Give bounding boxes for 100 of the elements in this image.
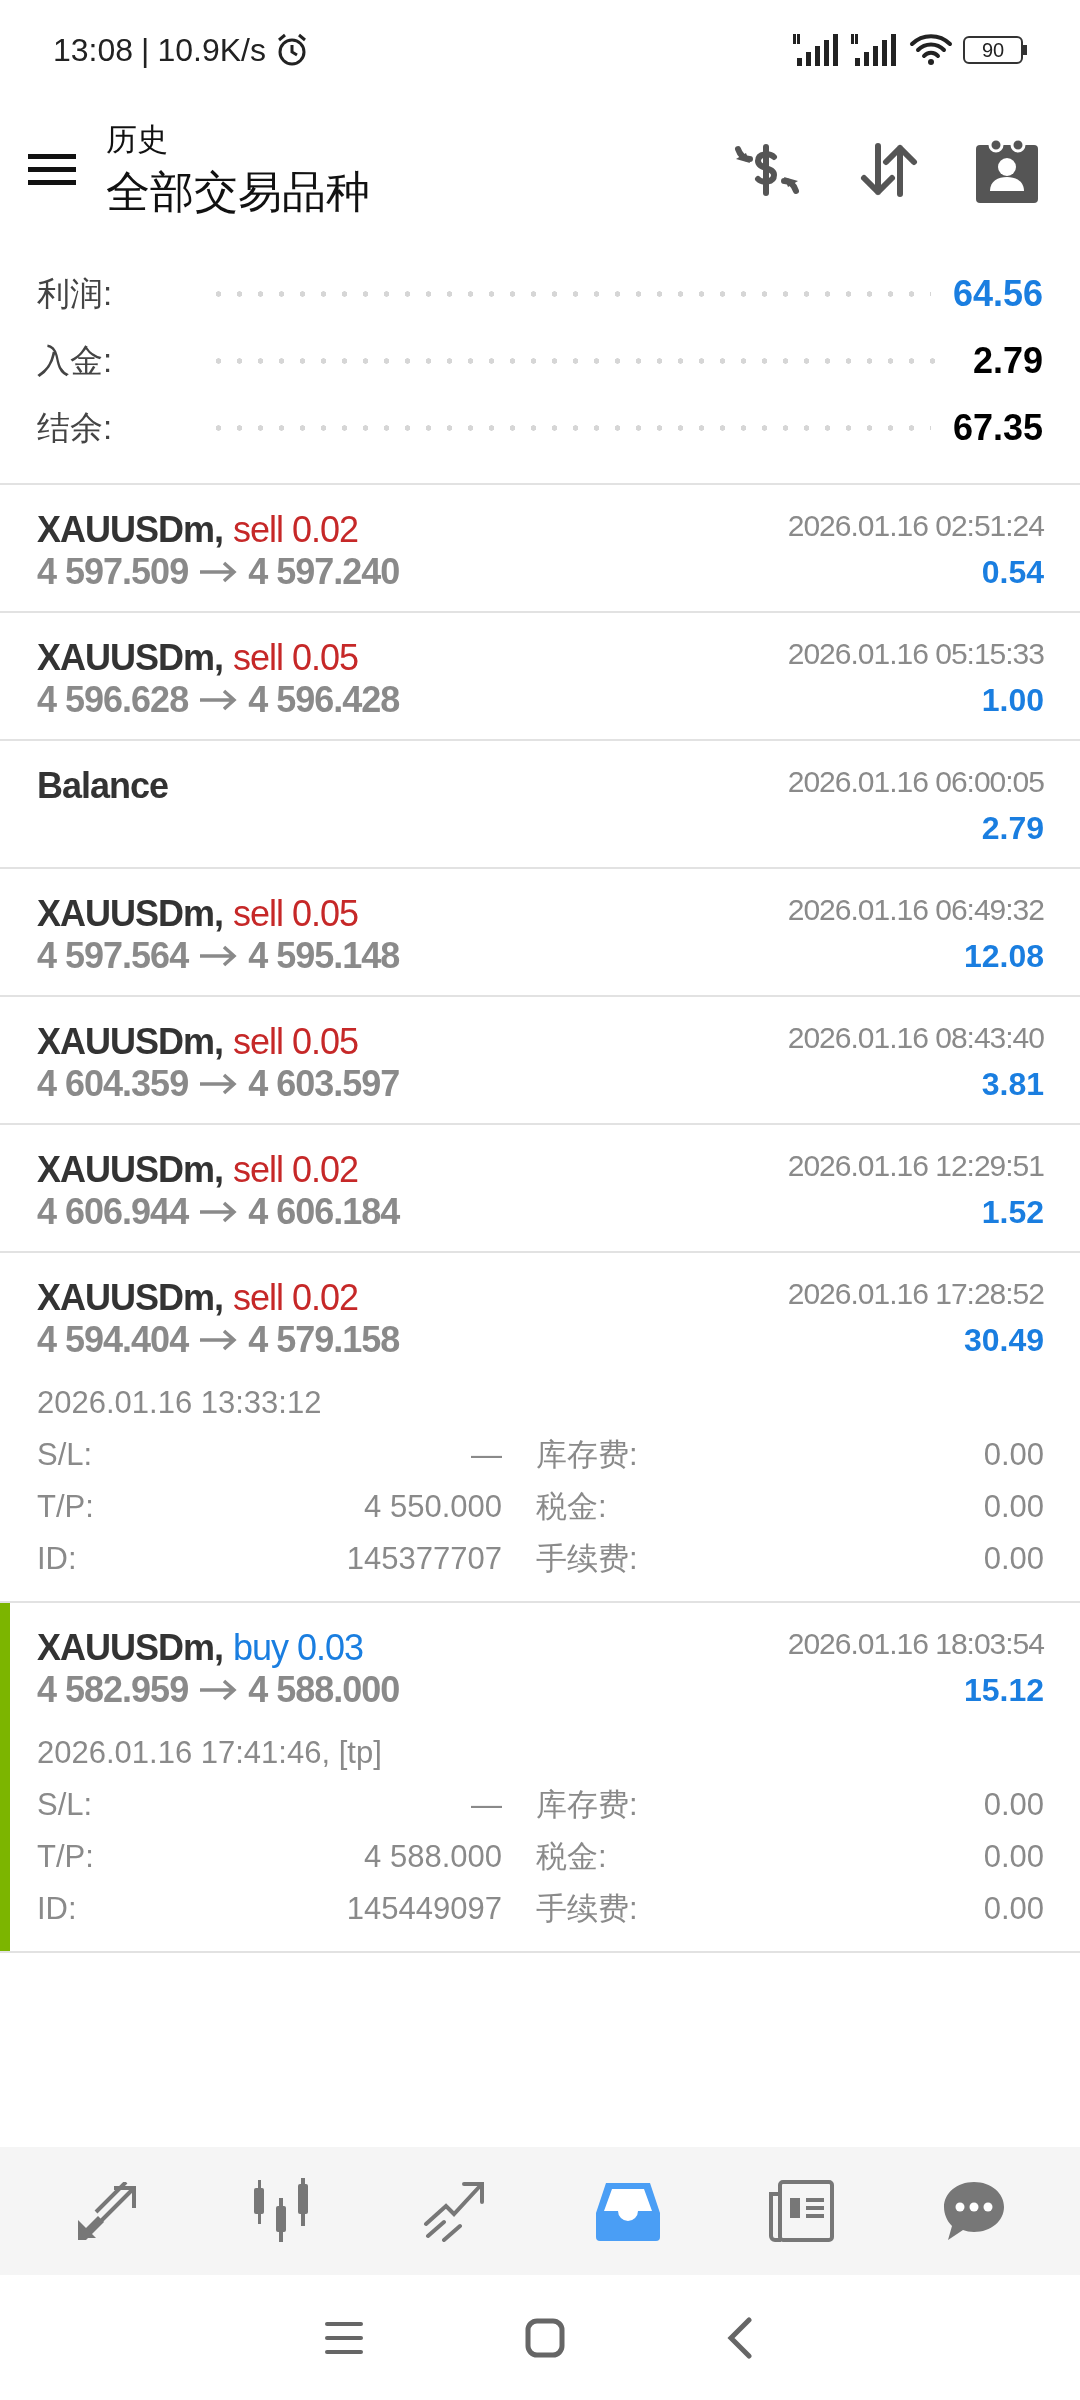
symbol-name: XAUUSDm,	[37, 1020, 224, 1064]
close-price: 4 595.148	[248, 934, 400, 978]
deal-profit: 12.08	[963, 937, 1044, 976]
arrow-icon	[198, 1200, 239, 1224]
close-price: 4 596.428	[248, 678, 400, 722]
detail-label: ID:	[37, 1889, 77, 1928]
separator-text: |	[141, 31, 150, 70]
deal-profit: 1.52	[981, 1193, 1044, 1232]
trade-side: sell 0.02	[233, 508, 359, 552]
deal-profit: 1.00	[981, 681, 1044, 720]
trade-side: sell 0.05	[233, 1020, 359, 1064]
open-price: 4 604.359	[37, 1062, 189, 1106]
detail-value: 4 550.000	[364, 1487, 502, 1526]
subtitle: 历史	[106, 121, 169, 159]
deal-profit: 15.12	[963, 1671, 1044, 1710]
detail-label: 库存费:	[536, 1435, 638, 1474]
network-speed: 10.9K/s	[157, 31, 266, 70]
open-price: 4 606.944	[37, 1190, 189, 1234]
summary-value: 64.56	[951, 271, 1043, 316]
symbol-name: Balance	[37, 764, 169, 808]
arrow-icon	[198, 1328, 239, 1352]
detail-value: —	[471, 1435, 502, 1474]
summary-value: 67.35	[951, 405, 1043, 450]
trade-side: sell 0.05	[233, 892, 359, 936]
summary-label: 利润:	[37, 273, 114, 314]
summary-label: 结余:	[37, 407, 114, 448]
deal-time: 2026.01.16 06:49:32	[787, 892, 1044, 928]
newspaper-icon[interactable]	[768, 2180, 834, 2242]
deal-profit: 30.49	[963, 1321, 1044, 1360]
close-price: 4 588.000	[248, 1668, 400, 1712]
chat-bubble-icon[interactable]	[942, 2180, 1006, 2242]
calendar-contact-icon[interactable]	[976, 137, 1038, 203]
detail-label: 库存费:	[536, 1785, 638, 1824]
detail-label: 税金:	[536, 1837, 607, 1876]
detail-label: S/L:	[37, 1785, 93, 1824]
detail-label: 税金:	[536, 1487, 607, 1526]
arrow-icon	[198, 944, 239, 968]
detail-value: 145449097	[346, 1889, 502, 1928]
close-price: 4 579.158	[248, 1318, 400, 1362]
summary-label: 入金:	[37, 340, 114, 381]
recent-apps-icon[interactable]	[325, 2319, 365, 2356]
detail-value: 0.00	[983, 1539, 1044, 1578]
trade-side: buy 0.03	[233, 1626, 364, 1670]
deal-time: 2026.01.16 02:51:24	[787, 508, 1044, 544]
detail-value: —	[471, 1785, 502, 1824]
detail-label: T/P:	[37, 1837, 94, 1876]
deal-profit: 2.79	[981, 809, 1044, 848]
detail-value: 0.00	[983, 1837, 1044, 1876]
detail-label: T/P:	[37, 1487, 94, 1526]
home-icon[interactable]	[525, 2317, 565, 2358]
symbol-name: XAUUSDm,	[37, 508, 224, 552]
page-title[interactable]: 全部交易品种	[106, 162, 734, 222]
close-price: 4 606.184	[248, 1190, 400, 1234]
symbol-name: XAUUSDm,	[37, 1626, 224, 1670]
deal-profit: 0.54	[981, 553, 1044, 592]
deal-row[interactable]: XAUUSDm, buy 0.03 4 582.959 4 588.000 2026.01.16 18:03:54 15.12 2026.01.16 17:41:46, [tp] S/L: — 库存费: 0.00 T/P: 4 588.000 税金: 0.00 ID: 145449097 手续费: 0.00	[0, 1603, 1080, 1953]
battery-icon: 90	[963, 36, 1023, 64]
arrow-icon	[198, 1678, 239, 1702]
clock-time: 13:08	[53, 31, 134, 70]
open-price: 4 594.404	[37, 1318, 189, 1362]
detail-value: 0.00	[983, 1889, 1044, 1928]
open-price: 4 596.628	[37, 678, 189, 722]
trade-side: sell 0.02	[233, 1276, 359, 1320]
open-price: 4 597.509	[37, 550, 189, 594]
sort-icon[interactable]	[858, 140, 918, 200]
open-price: 4 597.564	[37, 934, 189, 978]
inbox-tray-icon[interactable]	[596, 2181, 660, 2241]
detail-label: ID:	[37, 1539, 77, 1578]
deal-profit: 3.81	[981, 1065, 1044, 1104]
detail-value: 0.00	[983, 1435, 1044, 1474]
detail-value: 0.00	[983, 1487, 1044, 1526]
open-time: 2026.01.16 13:33:12	[37, 1384, 323, 1422]
summary-value: 2.79	[971, 338, 1043, 383]
arrow-icon	[198, 688, 239, 712]
trade-side: sell 0.05	[233, 636, 359, 680]
arrow-icon	[198, 1072, 239, 1096]
symbol-name: XAUUSDm,	[37, 1276, 224, 1320]
close-price: 4 603.597	[248, 1062, 400, 1106]
signal-icon	[793, 32, 841, 68]
symbol-name: XAUUSDm,	[37, 1148, 224, 1192]
symbol-name: XAUUSDm,	[37, 892, 224, 936]
detail-value: 145377707	[346, 1539, 502, 1578]
detail-value: 4 588.000	[364, 1837, 502, 1876]
deal-time: 2026.01.16 05:15:33	[787, 636, 1044, 672]
detail-label: S/L:	[37, 1435, 93, 1474]
deal-time: 2026.01.16 18:03:54	[787, 1626, 1044, 1662]
deal-time: 2026.01.16 17:28:52	[787, 1276, 1044, 1312]
back-icon[interactable]	[725, 2316, 755, 2359]
detail-label: 手续费:	[536, 1889, 638, 1928]
open-time: 2026.01.16 17:41:46, [tp]	[37, 1734, 383, 1772]
open-price: 4 582.959	[37, 1668, 189, 1712]
deal-time: 2026.01.16 06:00:05	[787, 764, 1044, 800]
arrow-icon	[198, 560, 239, 584]
signal-icon	[851, 32, 899, 68]
trade-side: sell 0.02	[233, 1148, 359, 1192]
close-price: 4 597.240	[248, 550, 400, 594]
symbol-name: XAUUSDm,	[37, 636, 224, 680]
deal-time: 2026.01.16 12:29:51	[787, 1148, 1044, 1184]
deal-time: 2026.01.16 08:43:40	[787, 1020, 1044, 1056]
wifi-icon	[909, 32, 953, 68]
